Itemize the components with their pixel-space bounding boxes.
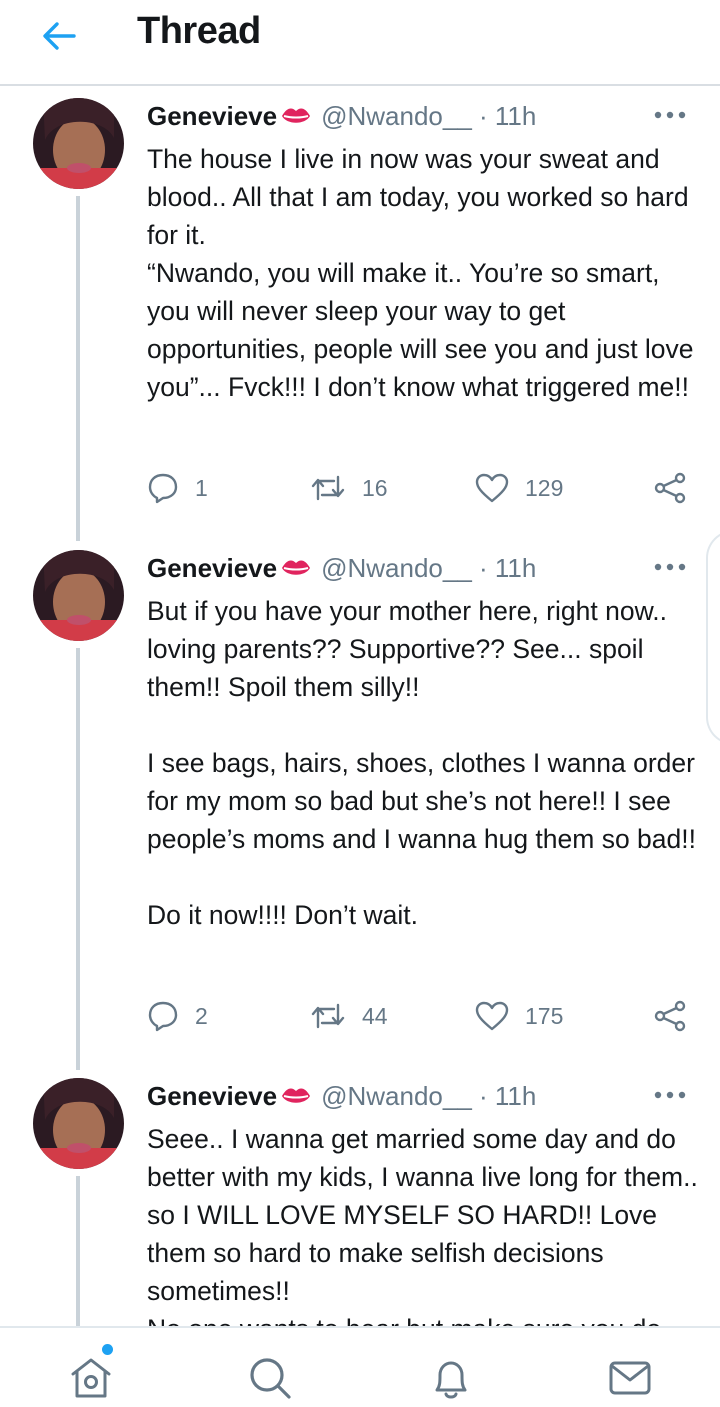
- share-button[interactable]: [654, 468, 686, 508]
- page-title: Thread: [137, 10, 261, 52]
- share-icon: [654, 1000, 686, 1032]
- thread-timeline[interactable]: Genevieve @Nwando__ · 11h The house I li…: [0, 88, 720, 1326]
- author-handle-time: @Nwando__ · 11h: [321, 552, 537, 583]
- bottom-navigation: [0, 1326, 720, 1407]
- retweet-button[interactable]: 16: [310, 468, 388, 508]
- nav-search[interactable]: [246, 1354, 294, 1402]
- tweet-header: Genevieve @Nwando__ · 11h: [147, 96, 536, 136]
- retweet-icon: [311, 1003, 345, 1029]
- nav-messages[interactable]: [606, 1354, 654, 1402]
- new-activity-dot: [102, 1344, 113, 1355]
- like-button[interactable]: 175: [475, 996, 563, 1036]
- like-count: 129: [525, 474, 564, 501]
- share-icon: [654, 472, 686, 504]
- tweet-text: Seee.. I wanna get married some day and …: [147, 1124, 698, 1326]
- bell-icon: [435, 1361, 467, 1399]
- like-count: 175: [525, 1002, 564, 1029]
- heart-icon: [475, 473, 509, 503]
- like-button[interactable]: 129: [475, 468, 563, 508]
- author-name[interactable]: Genevieve: [147, 101, 277, 132]
- search-icon: [250, 1358, 291, 1399]
- reply-count: 2: [195, 1002, 208, 1029]
- retweet-count: 44: [362, 1002, 388, 1029]
- more-dots-icon: [654, 563, 686, 571]
- tweet-text: The house I live in now was your sweat a…: [147, 144, 694, 402]
- lips-emoji-icon: [281, 1085, 311, 1107]
- tweet-text: But if you have your mother here, right …: [147, 596, 696, 930]
- tweet-header: Genevieve @Nwando__ · 11h: [147, 1076, 536, 1116]
- avatar[interactable]: [33, 1078, 124, 1169]
- mail-icon: [609, 1361, 651, 1395]
- share-button[interactable]: [654, 996, 686, 1036]
- more-dots-icon: [654, 1091, 686, 1099]
- more-button[interactable]: [653, 560, 687, 572]
- avatar[interactable]: [33, 550, 124, 641]
- heart-icon: [475, 1001, 509, 1031]
- more-button[interactable]: [653, 108, 687, 120]
- lips-emoji-icon: [281, 105, 311, 127]
- back-button[interactable]: [38, 18, 78, 54]
- reply-bubble-icon: [148, 473, 178, 504]
- nav-notifications[interactable]: [427, 1354, 475, 1402]
- reply-bubble-icon: [148, 1001, 178, 1032]
- retweet-icon: [311, 475, 345, 501]
- home-icon: [71, 1358, 111, 1398]
- tweet[interactable]: Genevieve @Nwando__ · 11h The house I li…: [0, 88, 720, 538]
- more-dots-icon: [654, 111, 686, 119]
- reply-button[interactable]: 1: [147, 468, 208, 508]
- author-handle-time: @Nwando__ · 11h: [321, 1080, 537, 1111]
- tweet[interactable]: Genevieve @Nwando__ · 11h But if you hav…: [0, 540, 720, 1068]
- retweet-button[interactable]: 44: [310, 996, 388, 1036]
- tweet[interactable]: Genevieve @Nwando__ · 11h Seee.. I wanna…: [0, 1068, 720, 1326]
- author-name[interactable]: Genevieve: [147, 553, 277, 584]
- side-drawer-handle[interactable]: [706, 530, 720, 745]
- author-name[interactable]: Genevieve: [147, 1081, 277, 1112]
- tweet-actions: 2 44 175: [0, 996, 720, 1036]
- retweet-count: 16: [362, 474, 388, 501]
- reply-button[interactable]: 2: [147, 996, 208, 1036]
- reply-count: 1: [195, 474, 208, 501]
- more-button[interactable]: [653, 1088, 687, 1100]
- top-app-bar: Thread: [0, 0, 720, 86]
- lips-emoji-icon: [281, 557, 311, 579]
- tweet-actions: 1 16 129: [0, 468, 720, 508]
- arrow-left-icon: [43, 22, 76, 50]
- tweet-header: Genevieve @Nwando__ · 11h: [147, 548, 536, 588]
- nav-home[interactable]: [67, 1354, 115, 1402]
- avatar[interactable]: [33, 98, 124, 189]
- author-handle-time: @Nwando__ · 11h: [321, 100, 537, 131]
